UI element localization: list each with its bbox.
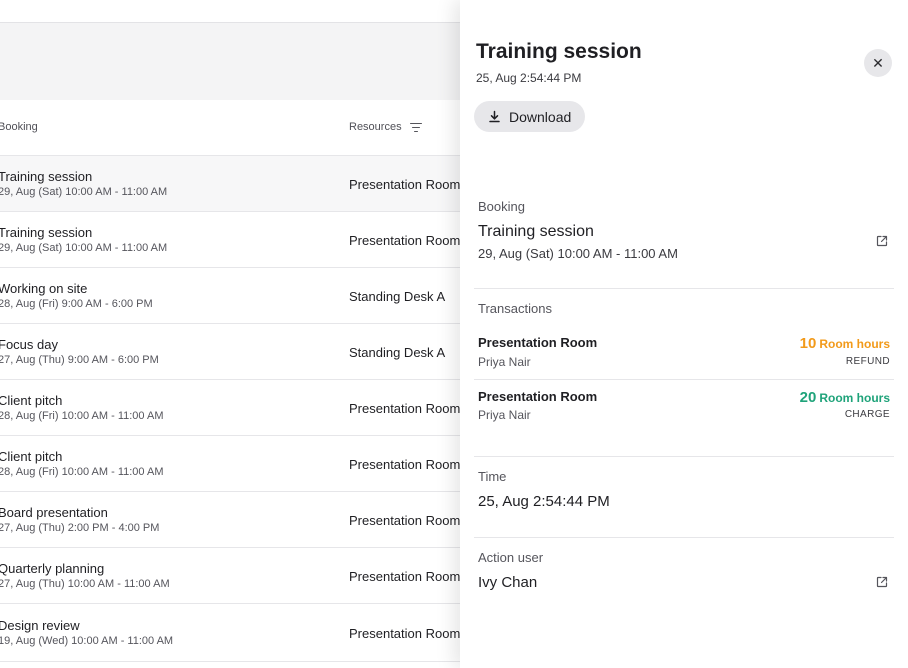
column-header-label: Resources	[349, 121, 402, 133]
booking-resource: Presentation Room	[349, 626, 461, 641]
booking-title: Client pitch	[0, 393, 63, 408]
transaction-resource: Presentation Room	[478, 389, 598, 404]
transaction-type: CHARGE	[844, 409, 890, 420]
booking-date: 27, Aug (Thu) 2:00 PM - 4:00 PM	[0, 522, 160, 534]
booking-resource: Presentation Room	[349, 177, 461, 192]
transactions-section-label: Transactions	[478, 301, 552, 316]
transaction-resource: Presentation Room	[478, 335, 598, 350]
divider	[474, 288, 894, 289]
transaction-detail-panel: Training session 25, Aug 2:54:44 PM ✕ Do…	[460, 0, 908, 668]
booking-title: Board presentation	[0, 505, 108, 520]
booking-date: 29, Aug (Sat) 10:00 AM - 11:00 AM	[0, 242, 168, 254]
booking-resource: Presentation Room	[349, 457, 461, 472]
booking-resource: Presentation Room	[349, 401, 461, 416]
booking-title: Training session	[0, 225, 93, 240]
column-header-label: Booking	[0, 121, 38, 133]
close-icon: ✕	[872, 54, 884, 71]
external-link-icon[interactable]	[876, 235, 888, 247]
transaction-user: Priya Nair	[478, 408, 531, 422]
booking-title: Client pitch	[0, 449, 63, 464]
transaction-user: Priya Nair	[478, 355, 531, 369]
transaction-amount-unit: Room hours	[819, 337, 890, 351]
external-link-icon[interactable]	[876, 576, 888, 588]
transaction-amount-value: 20	[799, 389, 817, 406]
action-user-section-label: Action user	[478, 550, 544, 565]
column-header-resources[interactable]: Resources	[349, 121, 422, 133]
download-icon	[489, 110, 500, 123]
transaction-amount-value: 10	[799, 335, 817, 352]
transaction-amount-unit: Room hours	[819, 391, 890, 405]
divider	[474, 456, 894, 457]
panel-title: Training session	[476, 40, 642, 63]
booking-resource: Presentation Room	[349, 513, 461, 528]
booking-title: Quarterly planning	[0, 561, 105, 576]
booking-title: Working on site	[0, 281, 88, 296]
booking-date: 28, Aug (Fri) 10:00 AM - 11:00 AM	[0, 410, 164, 422]
booking-date: 28, Aug (Fri) 10:00 AM - 11:00 AM	[0, 466, 164, 478]
booking-title: Training session	[478, 223, 594, 240]
booking-resource: Presentation Room	[349, 569, 461, 584]
booking-title: Training session	[0, 169, 93, 184]
booking-date: 27, Aug (Thu) 10:00 AM - 11:00 AM	[0, 578, 170, 590]
divider	[474, 379, 894, 380]
action-user-name: Ivy Chan	[478, 574, 538, 591]
booking-title: Focus day	[0, 337, 58, 352]
close-button[interactable]: ✕	[864, 49, 892, 77]
booking-section-label: Booking	[478, 199, 525, 214]
booking-resource: Presentation Room	[349, 233, 461, 248]
time-value: 25, Aug 2:54:44 PM	[478, 493, 610, 510]
download-button[interactable]: Download	[474, 101, 586, 132]
divider	[474, 537, 894, 538]
booking-resource: Standing Desk A	[349, 289, 446, 304]
filter-icon[interactable]	[409, 122, 422, 132]
booking-date: 28, Aug (Fri) 9:00 AM - 6:00 PM	[0, 298, 153, 310]
time-section-label: Time	[478, 469, 507, 484]
booking-resource: Standing Desk A	[349, 345, 446, 360]
download-label: Download	[509, 108, 572, 125]
column-header-booking[interactable]: Booking	[0, 121, 38, 133]
booking-date: 29, Aug (Sat) 10:00 AM - 11:00 AM	[478, 246, 678, 261]
transaction-type: REFUND	[845, 356, 890, 367]
booking-date: 29, Aug (Sat) 10:00 AM - 11:00 AM	[0, 186, 168, 198]
booking-title: Design review	[0, 618, 80, 633]
transaction-amount: 20 Room hours	[800, 389, 890, 406]
transaction-amount: 10 Room hours	[800, 335, 890, 352]
panel-timestamp: 25, Aug 2:54:44 PM	[476, 71, 582, 85]
booking-date: 27, Aug (Thu) 9:00 AM - 6:00 PM	[0, 354, 159, 366]
booking-date: 19, Aug (Wed) 10:00 AM - 11:00 AM	[0, 635, 174, 647]
